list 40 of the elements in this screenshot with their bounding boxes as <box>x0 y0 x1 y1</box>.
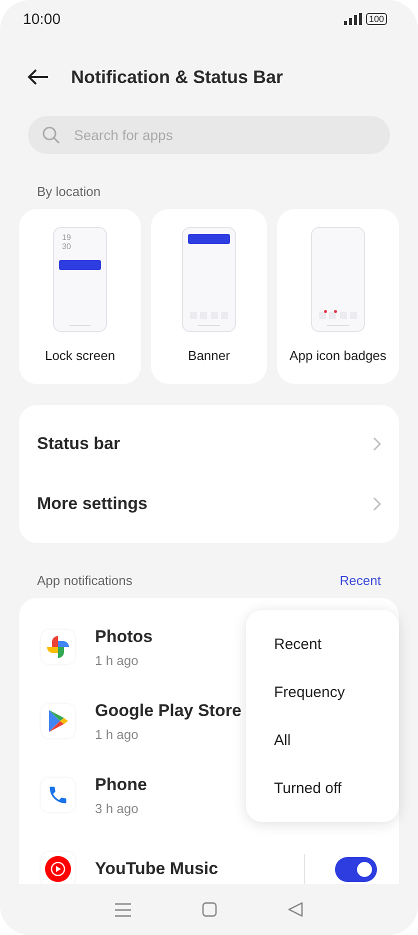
menu-item[interactable]: Frequency <box>246 684 399 700</box>
settings-row[interactable]: Status bar <box>19 414 399 474</box>
notification-banner <box>188 234 230 244</box>
search-icon <box>42 126 60 144</box>
play-triangle-icon <box>47 709 69 733</box>
phone-handset-icon <box>47 784 69 806</box>
clock-digits: 30 <box>61 242 72 251</box>
app-name: Google Play Store <box>95 700 242 720</box>
pinwheel-icon <box>45 634 71 660</box>
notification-time: 1 h ago <box>95 726 138 742</box>
notification-time: 3 h ago <box>95 800 138 816</box>
section-heading: By location <box>36 183 102 201</box>
toggle-switch[interactable] <box>335 856 377 882</box>
menu-item[interactable]: Turned off <box>246 780 399 796</box>
settings-row[interactable]: More settings <box>19 474 399 534</box>
menu-item[interactable]: All <box>246 732 399 748</box>
back-triangle-icon[interactable] <box>288 902 303 917</box>
location-card[interactable]: Banner <box>151 209 267 384</box>
app-name: Photos <box>95 626 153 646</box>
sort-link[interactable]: Recent <box>340 573 381 588</box>
notification-time: 1 h ago <box>95 652 138 668</box>
back-arrow-icon[interactable] <box>27 69 49 85</box>
app-name: Phone <box>95 774 147 794</box>
status-time: 10:00 <box>23 10 61 28</box>
chevron-right-icon <box>373 497 381 511</box>
home-square-icon[interactable] <box>202 902 217 917</box>
section-heading: App notifications <box>37 573 132 588</box>
dock-drawing <box>316 312 359 319</box>
clock-digits: 19 <box>61 233 72 242</box>
notification-banner <box>59 260 102 270</box>
menu-icon[interactable] <box>115 902 132 916</box>
menu-item[interactable]: Recent <box>246 636 399 652</box>
page-title: Notification & Status Bar <box>71 66 284 88</box>
search-field[interactable]: Search for apps <box>28 116 390 154</box>
signal-icon <box>344 13 362 25</box>
chevron-right-icon <box>373 437 381 451</box>
app-name: YouTube Music <box>95 859 218 879</box>
battery-icon: 100 <box>366 13 387 25</box>
location-card[interactable]: App icon badges <box>276 209 399 384</box>
location-card[interactable]: 19 30 Lock screen <box>19 209 142 384</box>
